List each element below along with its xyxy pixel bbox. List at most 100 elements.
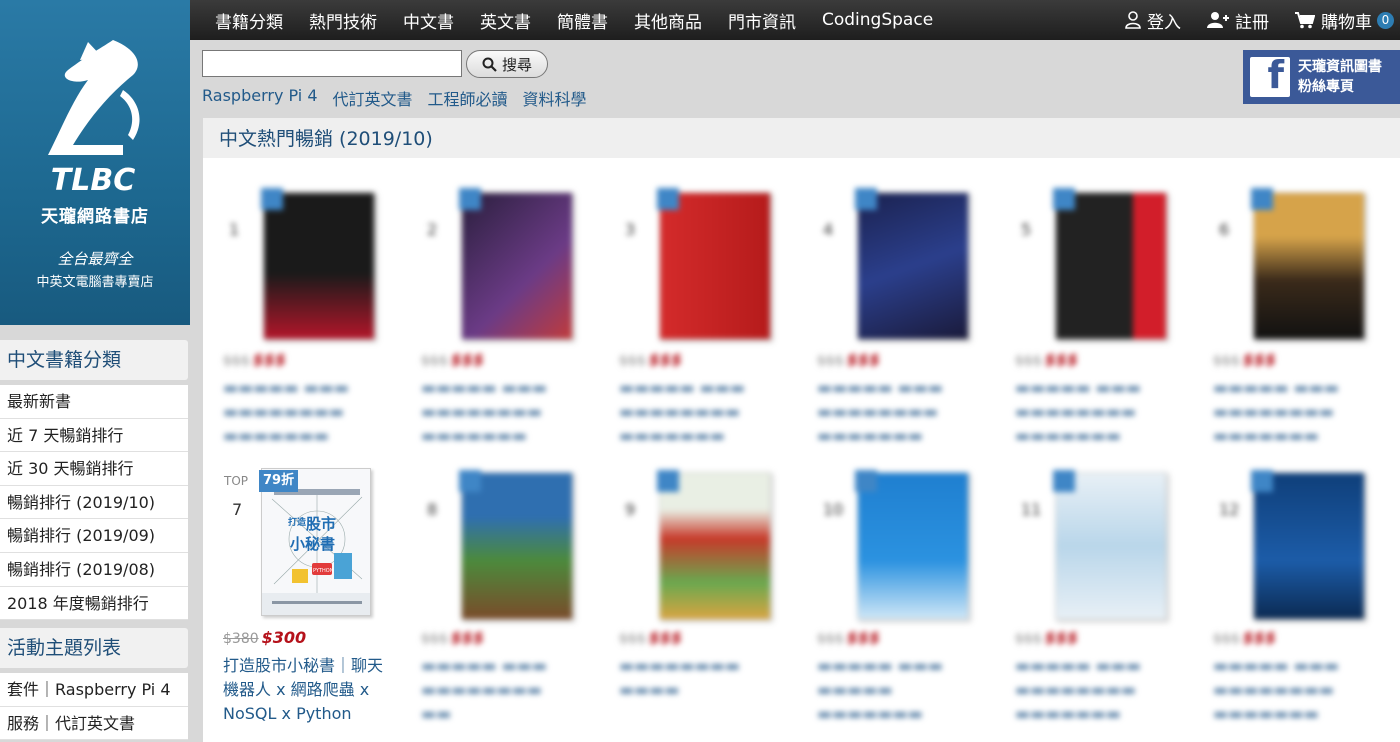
discount-badge xyxy=(459,470,481,492)
book-title[interactable]: ▬▬▬▬▬ ▬▬▬ ▬▬▬▬▬▬▬▬ ▬▬▬▬▬▬▬ xyxy=(1213,376,1383,448)
facebook-line1: 天瓏資訊圖書 xyxy=(1298,59,1382,75)
sidebar-categories-list: 最新新書 近 7 天暢銷排行 近 30 天暢銷排行 暢銷排行 (2019/10)… xyxy=(0,385,188,621)
rank-number: 11 xyxy=(1021,500,1042,519)
book-card[interactable]: 4 $$$ $$$ ▬▬▬▬▬ ▬▬▬ ▬▬▬▬▬▬▬▬ ▬▬▬▬▬▬▬ xyxy=(811,180,996,460)
price: $$$ $$$ xyxy=(1213,628,1277,647)
book-cover[interactable] xyxy=(461,192,573,340)
book-card[interactable]: 12 $$$ $$$ ▬▬▬▬▬ ▬▬▬ ▬▬▬▬▬▬▬▬ ▬▬▬▬▬▬▬ xyxy=(1207,468,1392,742)
sidebar-event-order-english-books[interactable]: 服務｜代訂英文書 xyxy=(0,707,188,741)
logo-mark-text: TLBC xyxy=(51,163,135,198)
rank-number: 3 xyxy=(625,220,636,239)
quick-link-order-english-books[interactable]: 代訂英文書 xyxy=(333,86,413,110)
sidebar-item-30-day-bestsellers[interactable]: 近 30 天暢銷排行 xyxy=(0,452,188,486)
main-menu: 書籍分類 熱門技術 中文書 英文書 簡體書 其他商品 門市資訊 CodingSp… xyxy=(215,0,959,40)
sidebar-event-raspberry-pi[interactable]: 套件｜Raspberry Pi 4 xyxy=(0,673,188,707)
discount-badge xyxy=(261,188,283,210)
cover-prefix: 打造 xyxy=(288,516,307,528)
rank-number: 10 xyxy=(823,500,844,519)
site-logo[interactable]: TLBC 天瓏網路書店 全台最齊全 中英文電腦書專賣店 xyxy=(0,0,190,325)
nav-hot-tech[interactable]: 熱門技術 xyxy=(309,8,377,33)
user-plus-icon xyxy=(1207,12,1229,28)
book-title[interactable]: ▬▬▬▬▬ ▬▬▬ ▬▬▬▬▬▬▬▬ ▬▬▬▬▬▬▬ xyxy=(619,376,789,448)
price: $$$ $$$ xyxy=(817,350,881,369)
book-card[interactable]: 8 $$$ $$$ ▬▬▬▬▬ ▬▬▬ ▬▬▬▬▬▬▬▬ ▬▬ xyxy=(415,468,600,742)
user-icon xyxy=(1125,11,1141,29)
sidebar-item-2018-annual-bestsellers[interactable]: 2018 年度暢銷排行 xyxy=(0,587,188,621)
rank-number: 2 xyxy=(427,220,438,239)
book-title[interactable]: ▬▬▬▬▬ ▬▬▬ ▬▬▬▬▬▬▬▬ ▬▬▬▬▬▬▬ xyxy=(1015,654,1185,726)
book-cover[interactable] xyxy=(659,192,771,340)
facebook-line2: 粉絲專頁 xyxy=(1298,79,1354,95)
price: $$$ $$$ xyxy=(223,350,287,369)
quick-links: Raspberry Pi 4 代訂英文書 工程師必讀 資料科學 xyxy=(202,86,602,110)
sale-price: $300 xyxy=(261,628,307,647)
book-card[interactable]: 10 $$$ $$$ ▬▬▬▬▬ ▬▬▬ ▬▬▬▬▬ ▬▬▬▬▬▬▬ xyxy=(811,468,996,742)
facebook-icon: f xyxy=(1250,53,1290,97)
book-title[interactable]: ▬▬▬▬▬ ▬▬▬ ▬▬▬▬▬ ▬▬▬▬▬▬▬ xyxy=(817,654,987,726)
bestseller-panel: 中文熱門暢銷 (2019/10) 1 $$$ $$$ ▬▬▬▬▬ ▬▬▬ ▬▬▬▬▬… xyxy=(203,118,1400,742)
book-title[interactable]: ▬▬▬▬▬ ▬▬▬ ▬▬▬▬▬▬▬▬ ▬▬▬▬▬▬▬ xyxy=(1213,654,1383,726)
sidebar-item-bestsellers-2019-08[interactable]: 暢銷排行 (2019/08) xyxy=(0,553,188,587)
rank-number: 7 xyxy=(232,500,243,519)
nav-simplified-books[interactable]: 簡體書 xyxy=(557,8,608,33)
featured-book-card[interactable]: TOP 7 打造 股市 小秘書 PYTHON 79折 $380 $300 打造股… xyxy=(217,468,402,742)
book-cover[interactable] xyxy=(857,192,969,340)
cart-link[interactable]: 購物車 0 xyxy=(1295,8,1394,33)
rank-number: 5 xyxy=(1021,220,1032,239)
book-cover[interactable] xyxy=(263,192,375,340)
price: $$$ $$$ xyxy=(619,350,683,369)
book-title[interactable]: ▬▬▬▬▬ ▬▬▬ ▬▬▬▬▬▬▬▬ ▬▬▬▬▬▬▬ xyxy=(1015,376,1185,448)
book-title[interactable]: ▬▬▬▬▬ ▬▬▬ ▬▬▬▬▬▬▬▬ ▬▬ xyxy=(421,654,591,726)
discount-badge xyxy=(1053,470,1075,492)
price: $$$ $$$ xyxy=(1213,350,1277,369)
svg-text:股市: 股市 xyxy=(306,515,336,533)
book-card[interactable]: 3 $$$ $$$ ▬▬▬▬▬ ▬▬▬ ▬▬▬▬▬▬▬▬ ▬▬▬▬▬▬▬ xyxy=(613,180,798,460)
book-cover[interactable] xyxy=(1253,192,1365,340)
sidebar-item-new-books[interactable]: 最新新書 xyxy=(0,385,188,419)
book-card[interactable]: 6 $$$ $$$ ▬▬▬▬▬ ▬▬▬ ▬▬▬▬▬▬▬▬ ▬▬▬▬▬▬▬ xyxy=(1207,180,1392,460)
discount-badge xyxy=(1251,470,1273,492)
search-input[interactable] xyxy=(202,50,462,77)
book-card[interactable]: 5 $$$ $$$ ▬▬▬▬▬ ▬▬▬ ▬▬▬▬▬▬▬▬ ▬▬▬▬▬▬▬ xyxy=(1009,180,1194,460)
book-title[interactable]: ▬▬▬▬▬ ▬▬▬ ▬▬▬▬▬▬▬▬ ▬▬▬▬▬▬▬ xyxy=(421,376,591,448)
book-card[interactable]: 9 $$$ $$$ ▬▬▬▬▬▬▬▬ ▬▬▬▬ xyxy=(613,468,798,742)
nav-english-books[interactable]: 英文書 xyxy=(480,8,531,33)
search-button-label: 搜尋 xyxy=(501,55,532,74)
book-cover[interactable] xyxy=(461,472,573,620)
book-cover[interactable] xyxy=(659,472,771,620)
book-cover[interactable] xyxy=(1253,472,1365,620)
account-links: 登入 註冊 購物車 0 xyxy=(1099,0,1394,40)
book-cover[interactable] xyxy=(1055,472,1167,620)
book-title[interactable]: ▬▬▬▬▬ ▬▬▬ ▬▬▬▬▬▬▬▬ ▬▬▬▬▬▬▬ xyxy=(817,376,987,448)
book-card[interactable]: 11 $$$ $$$ ▬▬▬▬▬ ▬▬▬ ▬▬▬▬▬▬▬▬ ▬▬▬▬▬▬▬ xyxy=(1009,468,1194,742)
quick-link-engineer-must-read[interactable]: 工程師必讀 xyxy=(428,86,508,110)
nav-chinese-books[interactable]: 中文書 xyxy=(403,8,454,33)
sidebar-item-7-day-bestsellers[interactable]: 近 7 天暢銷排行 xyxy=(0,419,188,453)
quick-link-raspberry-pi[interactable]: Raspberry Pi 4 xyxy=(202,86,318,110)
rank-number: 8 xyxy=(427,500,438,519)
book-card[interactable]: 1 $$$ $$$ ▬▬▬▬▬ ▬▬▬ ▬▬▬▬▬▬▬▬ ▬▬▬▬▬▬▬ xyxy=(217,180,402,460)
facebook-fanpage-button[interactable]: f 天瓏資訊圖書 粉絲專頁 xyxy=(1243,50,1400,104)
search-button[interactable]: 搜尋 xyxy=(466,50,548,78)
store-name: 天瓏網路書店 xyxy=(41,207,149,227)
book-cover[interactable] xyxy=(1055,192,1167,340)
sidebar-item-bestsellers-2019-10[interactable]: 暢銷排行 (2019/10) xyxy=(0,486,188,520)
sidebar-events-title: 活動主題列表 xyxy=(0,628,188,668)
quick-link-data-science[interactable]: 資料科學 xyxy=(523,86,587,110)
register-link[interactable]: 註冊 xyxy=(1207,8,1269,33)
rank-number: 12 xyxy=(1219,500,1240,519)
login-link[interactable]: 登入 xyxy=(1125,8,1181,33)
book-title[interactable]: ▬▬▬▬▬ ▬▬▬ ▬▬▬▬▬▬▬▬ ▬▬▬▬▬▬▬ xyxy=(223,376,393,448)
price: $380 $300 xyxy=(223,628,306,647)
book-card[interactable]: 2 $$$ $$$ ▬▬▬▬▬ ▬▬▬ ▬▬▬▬▬▬▬▬ ▬▬▬▬▬▬▬ xyxy=(415,180,600,460)
sidebar-events-list: 套件｜Raspberry Pi 4 服務｜代訂英文書 xyxy=(0,673,188,741)
nav-other-products[interactable]: 其他商品 xyxy=(634,8,702,33)
nav-codingspace[interactable]: CodingSpace xyxy=(822,10,933,30)
nav-book-categories[interactable]: 書籍分類 xyxy=(215,8,283,33)
book-title[interactable]: ▬▬▬▬▬▬▬▬ ▬▬▬▬ xyxy=(619,654,789,702)
original-price: $380 xyxy=(223,631,259,647)
sidebar-item-bestsellers-2019-09[interactable]: 暢銷排行 (2019/09) xyxy=(0,519,188,553)
book-title[interactable]: 打造股市小秘書｜聊天機器人 x 網路爬蟲 x NoSQL x Python xyxy=(223,654,395,726)
book-cover[interactable] xyxy=(857,472,969,620)
nav-store-info[interactable]: 門市資訊 xyxy=(728,8,796,33)
